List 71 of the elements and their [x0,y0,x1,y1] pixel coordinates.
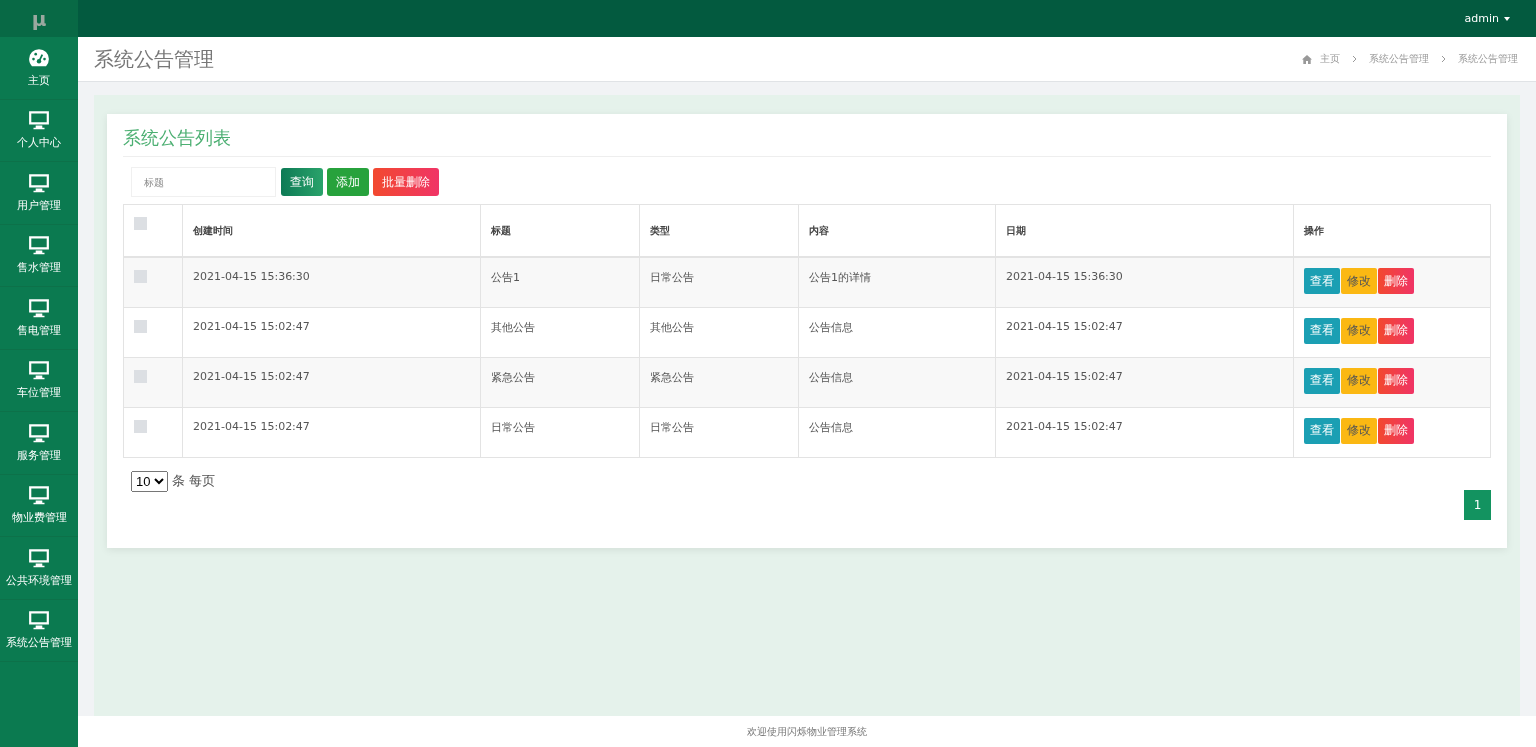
table-cell: 2021-04-15 15:02:47 [193,419,310,433]
column-header: 内容 [809,224,829,236]
table-cell: 2021-04-15 15:02:47 [193,369,310,383]
table-cell: 2021-04-15 15:02:47 [193,319,310,333]
select-all-checkbox[interactable] [134,217,147,230]
delete-button[interactable]: 删除 [1378,268,1414,294]
chevron-icon [1441,55,1446,63]
batch-delete-button[interactable]: 批量删除 [373,168,439,196]
view-button[interactable]: 查看 [1304,268,1340,294]
table-cell: 其他公告 [650,320,694,334]
breadcrumb-link[interactable]: 主页 [1320,52,1340,66]
table-cell: 日常公告 [650,271,694,284]
row-checkbox[interactable] [134,319,147,333]
search-field[interactable]: 标题 [131,167,276,197]
monitor-icon [28,235,50,256]
column-header: 操作 [1304,224,1324,236]
table-cell: 公告信息 [809,370,853,384]
column-header: 标题 [491,224,511,236]
monitor-icon [28,360,50,381]
query-button[interactable]: 查询 [281,168,323,196]
table-cell: 公告信息 [809,420,853,434]
table-cell: 2021-04-15 15:36:30 [1006,270,1123,283]
monitor-icon [28,485,50,506]
chevron-icon [1352,55,1357,63]
column-header: 创建时间 [193,224,233,236]
table-cell: 2021-04-15 15:36:30 [193,270,310,283]
page-size-label: 条 每页 [172,472,216,490]
table-cell: 2021-04-15 15:02:47 [1006,369,1123,383]
user-menu[interactable]: admin [1464,12,1510,25]
table-cell: 公告信息 [809,320,853,334]
add-button[interactable]: 添加 [327,168,369,196]
monitor-icon [28,110,50,131]
view-button[interactable]: 查看 [1304,367,1340,394]
logo: μ [0,0,78,37]
delete-button[interactable]: 删除 [1378,367,1414,394]
view-button[interactable]: 查看 [1304,417,1340,444]
monitor-icon [28,547,50,568]
page-link[interactable]: 1 [1464,489,1491,520]
home-icon [1302,54,1312,64]
page-size-select[interactable]: 10 [131,470,168,492]
breadcrumb-current: 系统公告管理 [1458,52,1518,66]
edit-button[interactable]: 修改 [1341,317,1377,344]
table-cell: 紧急公告 [491,370,535,384]
row-checkbox[interactable] [134,419,147,433]
table-cell: 公告1 [491,271,520,284]
column-header: 日期 [1006,224,1026,236]
edit-button[interactable]: 修改 [1341,417,1377,444]
table-cell: 其他公告 [491,320,535,334]
monitor-icon [28,297,50,318]
panel-title: 系统公告列表 [123,126,1491,157]
row-checkbox[interactable] [134,369,147,383]
table-cell: 日常公告 [650,420,694,434]
table-cell: 日常公告 [491,420,535,434]
edit-button[interactable]: 修改 [1341,268,1377,294]
edit-button[interactable]: 修改 [1341,367,1377,394]
page-title: 系统公告管理 [94,45,214,73]
footer-text: 欢迎使用闪烁物业管理系统 [747,724,867,739]
monitor-icon [28,610,50,631]
monitor-icon [28,422,50,443]
table-cell: 2021-04-15 15:02:47 [1006,419,1123,433]
table-cell: 2021-04-15 15:02:47 [1006,319,1123,333]
dashboard-icon [28,47,50,68]
table-cell: 紧急公告 [650,370,694,384]
row-checkbox[interactable] [134,270,147,283]
delete-button[interactable]: 删除 [1378,417,1414,444]
monitor-icon [28,172,50,193]
view-button[interactable]: 查看 [1304,317,1340,344]
delete-button[interactable]: 删除 [1378,317,1414,344]
table-cell: 公告1的详情 [809,271,871,284]
column-header: 类型 [650,224,670,236]
breadcrumb-link[interactable]: 系统公告管理 [1369,52,1429,66]
